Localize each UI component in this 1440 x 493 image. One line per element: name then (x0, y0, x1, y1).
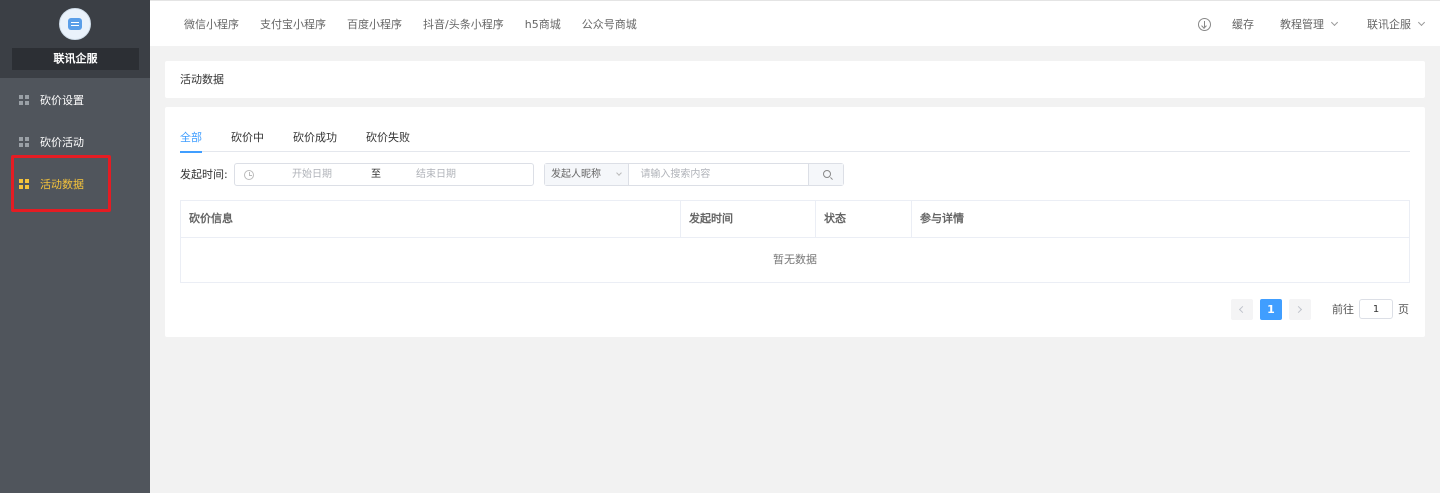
prev-page-button[interactable] (1231, 298, 1253, 320)
brand-area: 联讯企服 (0, 0, 150, 78)
chevron-down-icon (1417, 18, 1426, 27)
account-dropdown[interactable]: 联讯企服 (1367, 16, 1426, 32)
column-header-status: 状态 (816, 201, 912, 237)
logo-icon (59, 8, 91, 40)
sidebar-item-activity-data[interactable]: 活动数据 (0, 164, 150, 204)
column-header-start-time: 发起时间 (681, 201, 816, 237)
nav-douyin-miniprogram[interactable]: 抖音/头条小程序 (423, 16, 504, 32)
chevron-right-icon (1294, 305, 1303, 313)
search-group: 发起人昵称 (544, 163, 844, 186)
column-header-bargain-info: 砍价信息 (181, 201, 681, 237)
cache-link[interactable]: 缓存 (1232, 16, 1254, 32)
search-icon (823, 170, 832, 178)
top-right-actions: 缓存 教程管理 联讯企服 (1198, 1, 1426, 47)
nav-wechat-miniprogram[interactable]: 微信小程序 (184, 16, 239, 32)
date-range-separator: 至 (371, 169, 381, 180)
goto-suffix: 页 (1398, 303, 1409, 316)
sidebar-item-bargain-activity[interactable]: 砍价活动 (0, 122, 150, 162)
tab-success[interactable]: 砍价成功 (293, 129, 337, 152)
breadcrumb: 活动数据 (165, 61, 1425, 98)
date-range-picker[interactable]: 开始日期 至 结束日期 (234, 163, 534, 186)
brand-name: 联讯企服 (12, 48, 139, 70)
nav-baidu-miniprogram[interactable]: 百度小程序 (347, 16, 402, 32)
account-label: 联讯企服 (1367, 18, 1411, 31)
search-input[interactable] (629, 164, 809, 185)
download-icon[interactable] (1198, 17, 1211, 31)
grid-icon (19, 137, 29, 147)
tutorial-label: 教程管理 (1280, 18, 1324, 31)
clock-icon (244, 170, 254, 180)
sidebar-item-bargain-settings[interactable]: 砍价设置 (0, 80, 150, 120)
tab-all[interactable]: 全部 (180, 129, 202, 153)
data-table: 砍价信息 发起时间 状态 参与详情 暂无数据 (180, 200, 1410, 283)
search-button[interactable] (808, 164, 843, 185)
pagination: 1 前往 页 (1231, 298, 1409, 320)
sidebar-item-label: 砍价活动 (40, 136, 84, 149)
sidebar-item-label: 砍价设置 (40, 94, 84, 107)
chevron-down-icon (1330, 18, 1339, 27)
sidebar: 联讯企服 砍价设置 砍价活动 活动数据 (0, 0, 150, 493)
table-header: 砍价信息 发起时间 状态 参与详情 (181, 201, 1409, 238)
chevron-left-icon (1238, 305, 1247, 313)
status-tabs: 全部 砍价中 砍价成功 砍价失败 (180, 129, 1410, 153)
end-date-input[interactable]: 结束日期 (416, 164, 456, 185)
column-header-participation-details: 参与详情 (920, 212, 964, 225)
page-number-button[interactable]: 1 (1260, 298, 1282, 320)
search-field-select[interactable]: 发起人昵称 (545, 164, 630, 185)
start-time-label: 发起时间: (180, 168, 228, 181)
grid-icon (19, 179, 29, 189)
nav-official-account-mall[interactable]: 公众号商城 (582, 16, 637, 32)
start-date-input[interactable]: 开始日期 (292, 164, 332, 185)
goto-page-input[interactable] (1359, 299, 1393, 319)
chevron-down-icon (616, 170, 623, 176)
tutorial-dropdown[interactable]: 教程管理 (1280, 16, 1339, 32)
next-page-button[interactable] (1289, 298, 1311, 320)
top-nav: 微信小程序 支付宝小程序 百度小程序 抖音/头条小程序 h5商城 公众号商城 (184, 1, 637, 47)
grid-icon (19, 95, 29, 105)
search-field-value: 发起人昵称 (551, 169, 601, 180)
goto-label: 前往 (1332, 303, 1354, 316)
main-panel: 全部 砍价中 砍价成功 砍价失败 发起时间: 开始日期 至 结束日期 发起人昵称… (165, 107, 1425, 337)
tab-in-progress[interactable]: 砍价中 (231, 129, 264, 152)
empty-state-text: 暂无数据 (773, 253, 817, 266)
tab-failed[interactable]: 砍价失败 (366, 129, 410, 152)
top-bar: 微信小程序 支付宝小程序 百度小程序 抖音/头条小程序 h5商城 公众号商城 缓… (150, 0, 1440, 46)
nav-alipay-miniprogram[interactable]: 支付宝小程序 (260, 16, 326, 32)
sidebar-item-label: 活动数据 (40, 178, 84, 191)
nav-h5-mall[interactable]: h5商城 (525, 16, 561, 32)
